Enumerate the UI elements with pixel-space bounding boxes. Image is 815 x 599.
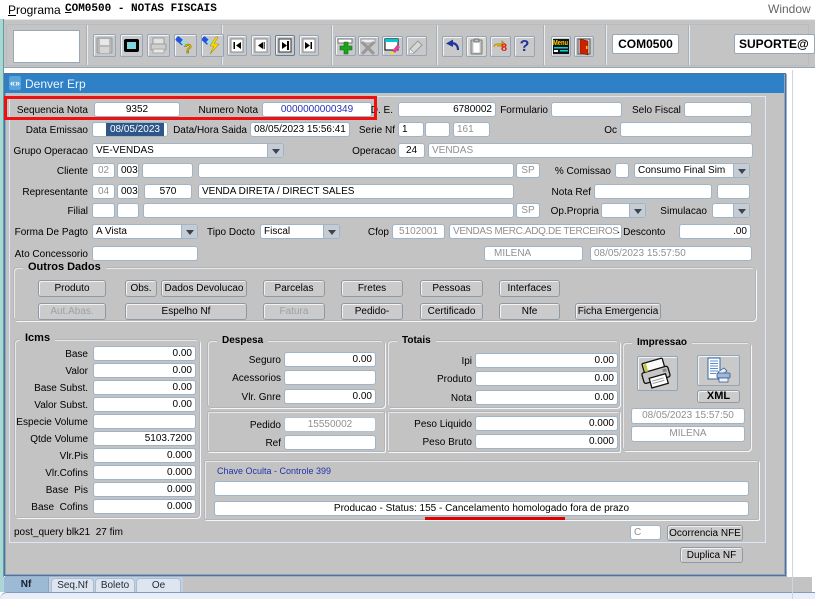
- svg-text:?: ?: [184, 41, 192, 56]
- svg-text:8: 8: [501, 42, 507, 54]
- svg-text:Menu: Menu: [553, 38, 568, 47]
